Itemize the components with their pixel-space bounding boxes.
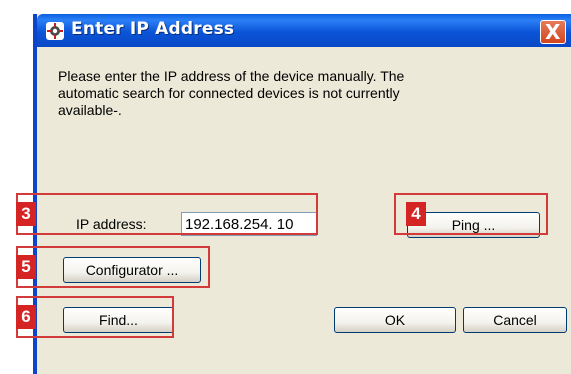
callout-box-configurator [16, 246, 210, 288]
title-bar[interactable]: Enter IP Address X [37, 14, 571, 47]
callout-number-ip: 3 [16, 202, 36, 226]
callout-number-ping: 4 [406, 202, 426, 226]
callout-box-find [16, 296, 174, 338]
callout-box-ip [16, 193, 318, 235]
callout-number-configurator: 5 [16, 255, 36, 279]
instruction-text: Please enter the IP address of the devic… [58, 68, 405, 118]
ok-button[interactable]: OK [334, 307, 456, 333]
cancel-button[interactable]: Cancel [463, 307, 567, 333]
dialog-title: Enter IP Address [71, 19, 235, 39]
callout-number-find: 6 [16, 305, 36, 329]
close-button[interactable]: X [540, 20, 566, 44]
close-icon: X [545, 20, 561, 44]
app-icon [46, 22, 64, 40]
